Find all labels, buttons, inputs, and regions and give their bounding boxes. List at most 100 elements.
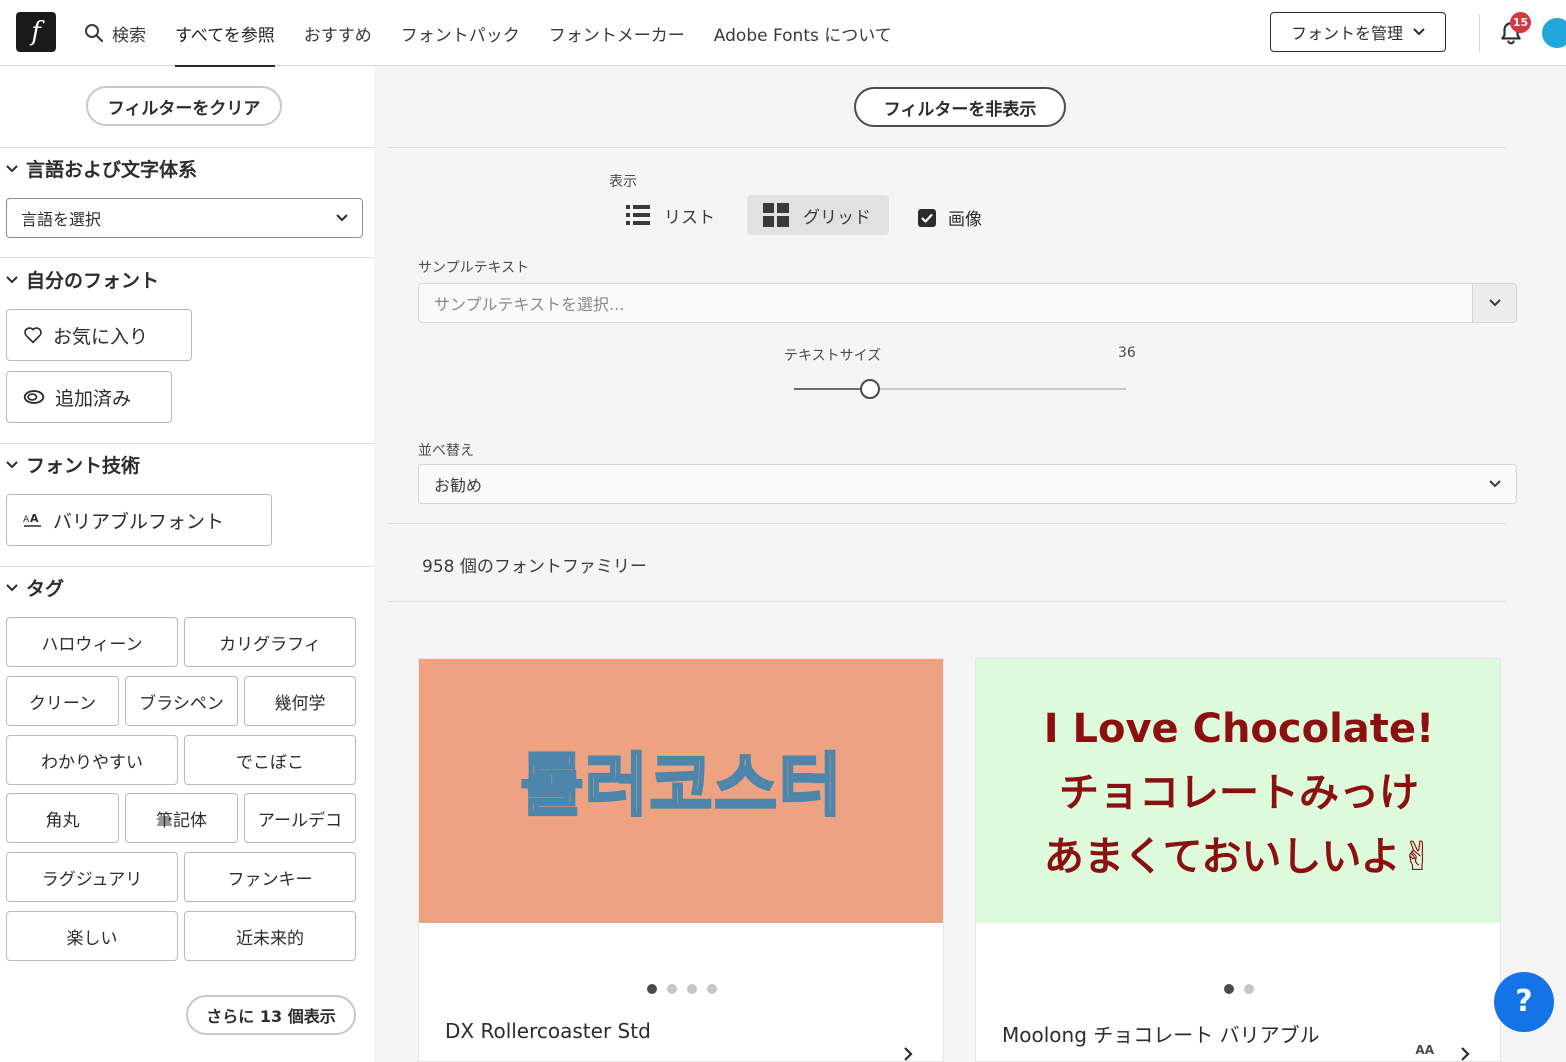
carousel-dots xyxy=(976,984,1500,994)
variable-font-badge-icon: AA xyxy=(1415,1043,1434,1057)
chevron-right-icon[interactable] xyxy=(1460,1045,1470,1061)
language-select-value: 言語を選択 xyxy=(21,210,102,229)
tag-button[interactable]: ハロウィーン xyxy=(6,617,178,667)
svg-text:A: A xyxy=(23,515,30,525)
divider xyxy=(388,601,1506,602)
sample-text-select[interactable]: サンプルテキストを選択... xyxy=(418,283,1517,323)
svg-text:A: A xyxy=(30,512,39,525)
images-checkbox-label: 画像 xyxy=(948,210,982,230)
variable-font-icon: AA xyxy=(23,512,41,527)
avatar[interactable] xyxy=(1542,18,1566,48)
tag-button[interactable]: 筆記体 xyxy=(125,793,238,843)
list-view-icon xyxy=(626,205,650,225)
text-size-slider-thumb[interactable] xyxy=(860,379,881,399)
font-preview-image: 롤러코스터 xyxy=(419,659,943,923)
tag-button[interactable]: でこぼこ xyxy=(184,735,356,785)
hide-filters-button[interactable]: フィルターを非表示 xyxy=(854,87,1066,127)
font-preview-text-block: I Love Chocolate! チョコレートみっけ あまくておいしいよ✌ xyxy=(976,697,1500,889)
carousel-dot[interactable] xyxy=(1244,984,1254,994)
sort-select[interactable]: お勧め xyxy=(418,464,1517,504)
chevron-right-icon[interactable] xyxy=(903,1045,913,1061)
chevron-down-icon xyxy=(6,275,18,283)
list-view-button[interactable]: リスト xyxy=(610,195,731,235)
manage-fonts-button[interactable]: フォントを管理 xyxy=(1270,12,1446,52)
font-tech-section-title: フォント技術 xyxy=(26,455,141,477)
my-fonts-section-toggle[interactable]: 自分のフォント xyxy=(6,266,159,293)
carousel-dot[interactable] xyxy=(687,984,697,994)
grid-view-label: グリッド xyxy=(803,207,871,228)
chevron-down-icon xyxy=(1489,480,1501,488)
my-fonts-section-title: 自分のフォント xyxy=(26,270,160,292)
carousel-dot[interactable] xyxy=(1224,984,1234,994)
nav-recommended-link[interactable]: おすすめ xyxy=(304,0,372,66)
tag-button[interactable]: わかりやすい xyxy=(6,735,178,785)
carousel-dot[interactable] xyxy=(707,984,717,994)
tag-button[interactable]: 角丸 xyxy=(6,793,119,843)
font-preview-text: 롤러코스터 xyxy=(521,747,844,826)
grid-view-button[interactable]: グリッド xyxy=(747,195,889,235)
section-divider xyxy=(0,566,374,567)
font-preview-image: I Love Chocolate! チョコレートみっけ あまくておいしいよ✌ xyxy=(976,659,1500,923)
nav-about-link[interactable]: Adobe Fonts について xyxy=(714,0,892,66)
added-filter-button[interactable]: 追加済み xyxy=(6,371,172,423)
creative-cloud-icon xyxy=(23,390,45,404)
adobe-fonts-logo[interactable]: f xyxy=(16,12,56,52)
divider xyxy=(388,147,1506,148)
tag-button[interactable]: ラグジュアリ xyxy=(6,852,178,902)
help-button[interactable]: ? xyxy=(1494,972,1554,1032)
font-tech-section-toggle[interactable]: フォント技術 xyxy=(6,451,140,478)
tag-button[interactable]: ブラシペン xyxy=(125,676,238,726)
sort-label: 並べ替え xyxy=(418,443,474,459)
language-select[interactable]: 言語を選択 xyxy=(6,198,363,238)
nav-search-label: 検索 xyxy=(112,25,146,46)
filter-sidebar: フィルターをクリア 言語および文字体系 言語を選択 自分のフォント お気に入り … xyxy=(0,67,374,1062)
header-divider xyxy=(1479,14,1480,52)
font-card-moolong-chocolate[interactable]: I Love Chocolate! チョコレートみっけ あまくておいしいよ✌ M… xyxy=(975,658,1501,1062)
nav-browse-all-tab[interactable]: すべてを参照 xyxy=(175,0,275,67)
language-section-title: 言語および文字体系 xyxy=(26,159,198,181)
tag-button[interactable]: 幾何学 xyxy=(244,676,356,726)
sample-text-placeholder: サンプルテキストを選択... xyxy=(434,295,625,314)
tag-button[interactable]: クリーン xyxy=(6,676,119,726)
font-preview-art: 롤러코스터 xyxy=(519,746,844,828)
tag-button[interactable]: アールデコ xyxy=(244,793,356,843)
images-checkbox[interactable]: 画像 xyxy=(918,205,982,230)
font-preview-line: I Love Chocolate! xyxy=(1043,706,1435,752)
font-card-dx-rollercoaster[interactable]: 롤러코스터 DX Rollercoaster Std xyxy=(418,658,944,1062)
tag-button[interactable]: 楽しい xyxy=(6,911,178,961)
list-view-label: リスト xyxy=(664,207,715,228)
search-icon xyxy=(85,24,104,43)
nav-foundries-link[interactable]: フォントメーカー xyxy=(549,0,685,66)
nav-font-packs-link[interactable]: フォントパック xyxy=(401,0,520,66)
variable-font-filter-button[interactable]: AA バリアブルフォント xyxy=(6,494,272,546)
chevron-down-icon xyxy=(6,460,18,468)
notification-badge: 15 xyxy=(1510,12,1531,33)
manage-fonts-label: フォントを管理 xyxy=(1290,24,1403,43)
heart-icon xyxy=(24,327,42,344)
sort-select-value: お勧め xyxy=(434,476,483,495)
variable-font-label: バリアブルフォント xyxy=(53,510,225,533)
tag-button[interactable]: ファンキー xyxy=(184,852,356,902)
tag-button[interactable]: 近未来的 xyxy=(184,911,356,961)
view-label: 表示 xyxy=(609,174,637,190)
language-section-toggle[interactable]: 言語および文字体系 xyxy=(6,155,197,182)
nav-search-link[interactable]: 検索 xyxy=(84,0,146,66)
section-divider xyxy=(0,147,374,148)
chevron-down-icon xyxy=(6,583,18,591)
tags-section-title: タグ xyxy=(26,578,65,600)
grid-view-icon xyxy=(763,203,789,227)
tag-button[interactable]: カリグラフィ xyxy=(184,617,356,667)
carousel-dot[interactable] xyxy=(647,984,657,994)
tags-section-toggle[interactable]: タグ xyxy=(6,574,64,601)
section-divider xyxy=(0,443,374,444)
chevron-down-icon xyxy=(336,214,348,222)
sample-text-dropdown-button[interactable] xyxy=(1472,284,1516,322)
font-family-count: 958 個のフォントファミリー xyxy=(422,557,647,577)
clear-filters-button[interactable]: フィルターをクリア xyxy=(86,86,282,126)
favorites-filter-button[interactable]: お気に入り xyxy=(6,309,192,361)
top-navigation-bar: f 検索 すべてを参照 おすすめ フォントパック フォントメーカー Adobe … xyxy=(0,0,1566,67)
sample-text-label: サンプルテキスト xyxy=(418,260,530,276)
carousel-dot[interactable] xyxy=(667,984,677,994)
text-size-label: テキストサイズ xyxy=(784,348,882,364)
show-more-tags-button[interactable]: さらに 13 個表示 xyxy=(186,995,356,1035)
